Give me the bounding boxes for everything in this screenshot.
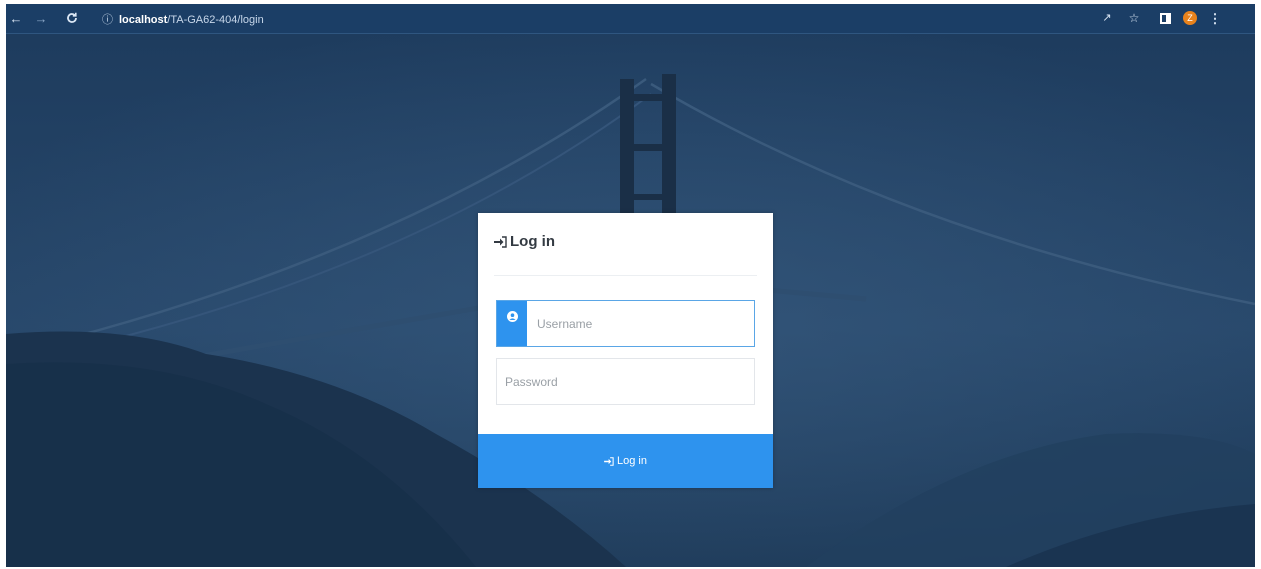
browser-menu-icon[interactable]: ⋮ (1207, 10, 1223, 26)
login-button[interactable]: Log in (478, 434, 773, 488)
sign-in-icon (604, 456, 614, 466)
site-info-icon[interactable]: ⓘ (102, 14, 113, 26)
address-bar[interactable]: ⓘ localhost/TA-GA62-404/login (102, 11, 264, 27)
sign-in-icon (494, 235, 507, 248)
user-icon (497, 301, 527, 346)
username-input[interactable] (527, 301, 754, 346)
password-input[interactable] (497, 359, 754, 404)
profile-avatar[interactable]: Z (1182, 10, 1198, 26)
login-title: Log in (510, 233, 555, 250)
login-header: Log in (494, 233, 555, 250)
header-divider (494, 275, 757, 276)
browser-window: ← → ⓘ localhost/TA-GA62-404/login ↗ ☆ Z ⋮ (6, 4, 1255, 567)
back-icon[interactable]: ← (8, 10, 24, 26)
side-panel-icon[interactable] (1157, 10, 1173, 26)
username-field-group (496, 300, 755, 347)
login-card: Log in Log in (478, 213, 773, 488)
profile-initial: Z (1183, 11, 1197, 25)
bookmark-star-icon[interactable]: ☆ (1126, 10, 1142, 26)
reload-icon[interactable] (64, 10, 80, 26)
url-path: /TA-GA62-404/login (167, 14, 264, 26)
url-host: localhost (119, 14, 168, 26)
share-icon[interactable]: ↗ (1099, 10, 1115, 26)
password-field-group (496, 358, 755, 405)
browser-toolbar: ← → ⓘ localhost/TA-GA62-404/login ↗ ☆ Z ⋮ (6, 4, 1255, 34)
forward-icon[interactable]: → (33, 10, 49, 26)
login-button-label: Log in (617, 455, 647, 467)
